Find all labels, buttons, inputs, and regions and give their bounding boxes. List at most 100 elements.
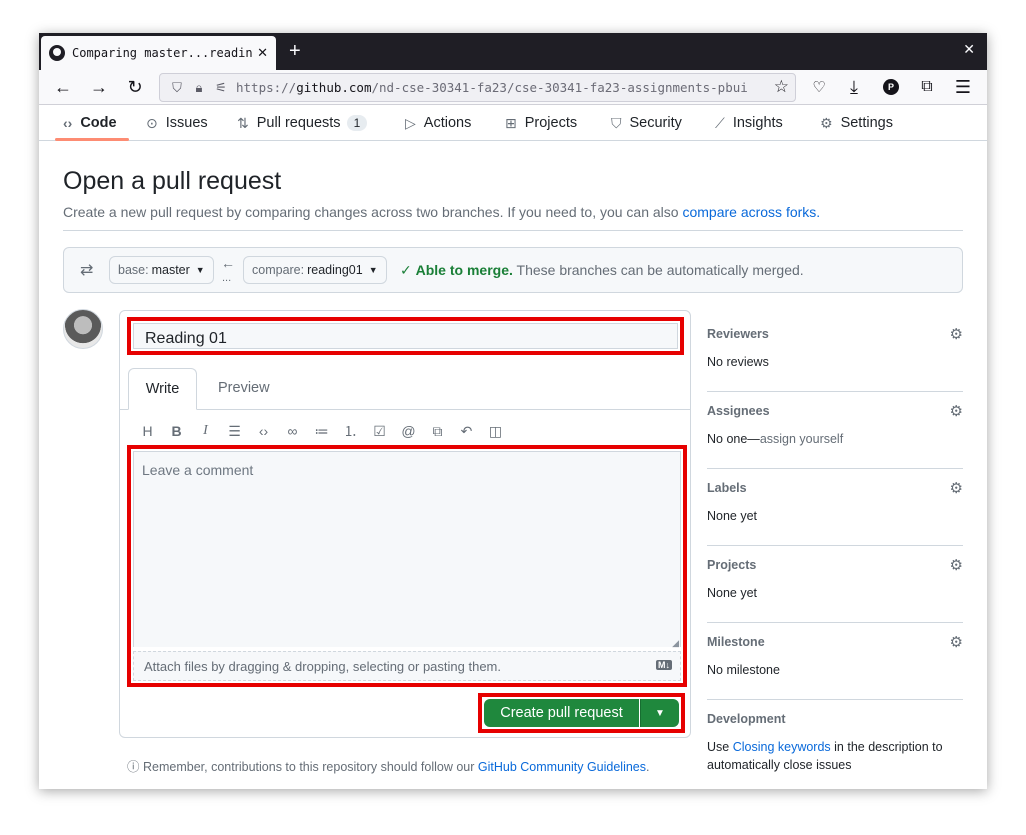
lock-icon[interactable]: 🔒︎: [188, 80, 210, 96]
resize-handle-icon[interactable]: ◢: [672, 638, 679, 649]
create-button-highlight: Create pull request ▼: [478, 693, 685, 733]
tab-pull-requests[interactable]: ⇅ Pull requests 1: [237, 105, 368, 141]
url-bar[interactable]: ⛉ 🔒︎ ⚟ https://github.com/nd-cse-30341-f…: [159, 73, 796, 102]
github-favicon-icon: [49, 45, 65, 61]
avatar[interactable]: [63, 309, 103, 349]
sidebar-assignees: Assignees ⚙ No one—assign yourself: [707, 392, 963, 469]
create-dropdown-button[interactable]: ▼: [640, 699, 679, 727]
gear-icon: ⚙: [820, 114, 833, 131]
slash-commands-icon[interactable]: ◫: [481, 421, 510, 441]
markdown-icon[interactable]: M↓: [656, 660, 672, 670]
sidebar-projects: Projects ⚙ None yet: [707, 546, 963, 623]
tab-insights[interactable]: ⟋ Insights: [715, 105, 783, 141]
gear-icon[interactable]: ⚙: [950, 402, 963, 420]
tab-security[interactable]: ⛉ Security: [611, 105, 682, 141]
italic-icon[interactable]: I: [191, 421, 220, 441]
attach-files-area[interactable]: Attach files by dragging & dropping, sel…: [133, 651, 681, 681]
tab-write[interactable]: Write: [128, 368, 197, 410]
tab-actions[interactable]: ▷ Actions: [405, 105, 471, 141]
divider: [63, 230, 963, 231]
dots: ...: [222, 272, 232, 284]
tab-title: Comparing master...reading01: [72, 46, 252, 60]
ordered-list-icon[interactable]: ⒈: [336, 421, 365, 441]
gear-icon[interactable]: ⚙: [950, 479, 963, 497]
active-tab-underline: [55, 138, 129, 141]
task-list-icon[interactable]: ☑: [365, 421, 394, 441]
code-icon[interactable]: ‹›: [249, 421, 278, 441]
shield-icon: ⛉: [611, 114, 622, 131]
guidelines-note: ⓘ Remember, contributions to this reposi…: [127, 760, 650, 774]
gear-icon[interactable]: ⚙: [950, 325, 963, 343]
extensions-icon[interactable]: ⧉: [915, 75, 939, 99]
bold-icon[interactable]: B: [162, 421, 191, 441]
shield-icon[interactable]: ⛉: [166, 80, 188, 96]
tab-preview[interactable]: Preview: [218, 380, 270, 396]
compare-branch-select[interactable]: compare: reading01 ▼: [243, 256, 387, 284]
closing-keywords-link[interactable]: Closing keywords: [733, 740, 831, 754]
url-text: https://github.com/nd-cse-30341-fa23/cse…: [236, 80, 748, 95]
new-tab-button[interactable]: +: [289, 39, 301, 63]
pull-request-icon: ⇅: [237, 114, 249, 131]
account-icon[interactable]: P: [879, 75, 903, 99]
editor-tabs: Write Preview: [120, 368, 690, 410]
title-input-highlight: Reading 01: [127, 317, 684, 355]
pull-requests-counter: 1: [346, 115, 368, 131]
tab-strip: Comparing master...reading01 ✕ + ✕: [39, 33, 987, 70]
tab-issues[interactable]: ⊙ Issues: [146, 105, 208, 141]
link-icon[interactable]: ∞: [278, 421, 307, 441]
table-icon: ⊞: [505, 114, 517, 131]
tab-code[interactable]: ‹› Code: [63, 105, 117, 141]
compare-forks-link[interactable]: compare across forks.: [682, 204, 820, 220]
unordered-list-icon[interactable]: ≔: [307, 421, 336, 441]
arrow-left-icon: ←: [221, 255, 235, 271]
code-icon: ‹›: [63, 115, 73, 131]
comment-textarea[interactable]: Leave a comment: [133, 451, 681, 647]
sidebar: Reviewers ⚙ No reviews Assignees ⚙ No on…: [707, 315, 963, 777]
quote-icon[interactable]: ☰: [220, 421, 249, 441]
check-icon: ✓: [400, 262, 412, 278]
tab-close-icon[interactable]: ✕: [257, 45, 268, 61]
reload-icon[interactable]: ↻: [123, 75, 147, 99]
browser-toolbar: ← → ↻ ⛉ 🔒︎ ⚟ https://github.com/nd-cse-3…: [39, 70, 987, 105]
menu-icon[interactable]: ☰: [951, 75, 975, 99]
sidebar-development: Development Use Closing keywords in the …: [707, 712, 943, 772]
permissions-icon[interactable]: ⚟: [210, 80, 232, 96]
comment-box-highlight: Leave a comment ◢ Attach files by draggi…: [127, 445, 687, 687]
tab-settings[interactable]: ⚙ Settings: [820, 105, 893, 141]
merge-status: ✓ Able to merge. These branches can be a…: [400, 262, 804, 278]
issue-icon: ⊙: [146, 114, 158, 131]
caret-down-icon: ▼: [195, 265, 205, 275]
sidebar-milestone: Milestone ⚙ No milestone: [707, 623, 963, 700]
gear-icon[interactable]: ⚙: [950, 556, 963, 574]
compare-bar: ⇄ base: master ▼ ← ... compare: reading01 ▼ …: [63, 247, 963, 293]
heading-icon[interactable]: H: [133, 421, 162, 441]
create-pull-request-button[interactable]: Create pull request: [484, 699, 639, 727]
window-close-button[interactable]: ✕: [963, 41, 975, 58]
base-branch-select[interactable]: base: master ▼: [109, 256, 214, 284]
git-compare-icon: ⇄: [80, 262, 94, 279]
assign-yourself-link[interactable]: assign yourself: [760, 432, 843, 446]
markdown-toolbar: H B I ☰ ‹› ∞ ≔ ⒈ ☑ @ ⧉ ↶ ◫: [133, 421, 510, 441]
page-subtitle: Create a new pull request by comparing c…: [63, 204, 821, 220]
tab-projects[interactable]: ⊞ Projects: [505, 105, 577, 141]
page-title: Open a pull request: [63, 167, 282, 195]
info-icon: ⓘ: [127, 760, 140, 774]
title-input[interactable]: Reading 01: [133, 323, 678, 349]
back-icon[interactable]: ←: [51, 75, 75, 99]
pocket-icon[interactable]: ♡: [807, 75, 831, 99]
cross-reference-icon[interactable]: ⧉: [423, 421, 452, 441]
reply-icon[interactable]: ↶: [452, 421, 481, 441]
forward-icon[interactable]: →: [87, 75, 111, 99]
mention-icon[interactable]: @: [394, 421, 423, 441]
browser-tab[interactable]: Comparing master...reading01 ✕: [41, 36, 276, 70]
graph-icon: ⟋: [715, 114, 725, 131]
browser-window: Comparing master...reading01 ✕ + ✕ ← → ↻…: [39, 33, 987, 789]
bookmark-star-icon[interactable]: ☆: [774, 77, 789, 97]
caret-down-icon: ▼: [368, 265, 378, 275]
sidebar-labels: Labels ⚙ None yet: [707, 469, 963, 546]
repo-nav: ‹› Code ⊙ Issues ⇅ Pull requests 1 ▷ Actions …: [39, 105, 987, 141]
downloads-icon[interactable]: ⤓: [842, 75, 866, 99]
community-guidelines-link[interactable]: GitHub Community Guidelines: [478, 760, 646, 774]
gear-icon[interactable]: ⚙: [950, 633, 963, 651]
sidebar-reviewers: Reviewers ⚙ No reviews: [707, 315, 963, 392]
